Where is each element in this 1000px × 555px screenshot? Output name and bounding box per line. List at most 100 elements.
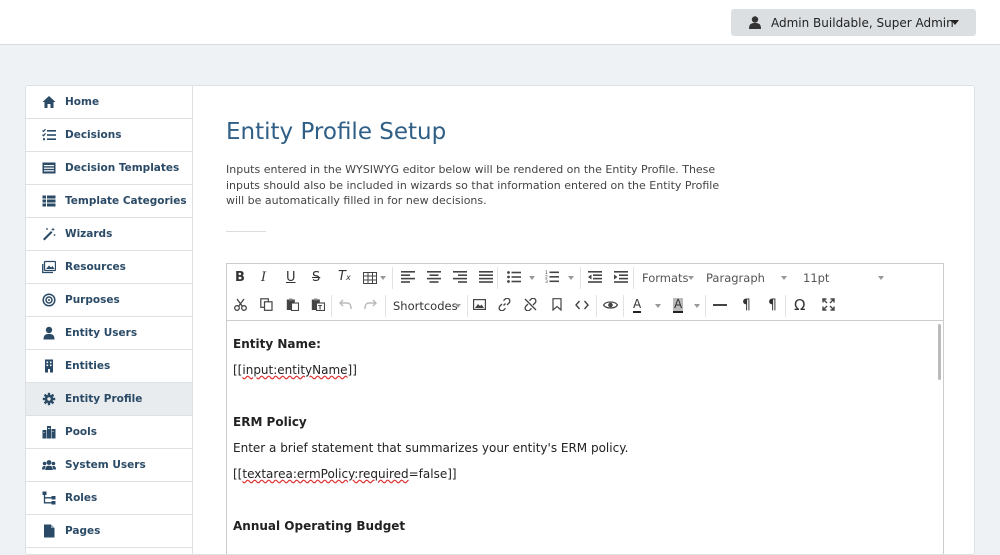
entity-name-heading: Entity Name: bbox=[233, 337, 321, 351]
chevron-down-icon bbox=[380, 276, 386, 280]
sidebar-item-pools[interactable]: Pools bbox=[26, 416, 192, 449]
align-left-icon[interactable] bbox=[401, 271, 415, 283]
paste-text-icon[interactable]: T bbox=[311, 298, 325, 311]
indent-icon[interactable] bbox=[614, 271, 628, 283]
clear-format-button[interactable]: Tx bbox=[338, 269, 351, 284]
chevron-down-icon bbox=[688, 276, 694, 280]
bookmark-icon[interactable] bbox=[552, 298, 562, 311]
align-center-icon[interactable] bbox=[427, 271, 441, 283]
cut-icon[interactable] bbox=[234, 298, 247, 311]
block-format-dropdown[interactable]: Paragraph bbox=[706, 271, 765, 285]
redo-icon[interactable] bbox=[364, 299, 377, 310]
fullscreen-icon[interactable] bbox=[822, 298, 835, 311]
underline-button[interactable]: U bbox=[286, 270, 296, 285]
page-title: Entity Profile Setup bbox=[226, 119, 447, 145]
sidebar-item-entity-users[interactable]: Entity Users bbox=[26, 317, 192, 350]
special-char-omega-icon[interactable]: Ω bbox=[794, 296, 805, 314]
page-icon bbox=[44, 524, 55, 538]
toolbar-separator bbox=[497, 267, 498, 289]
wysiwyg-editor: B I U S Tx 123 Formats Paragraph 11pt T … bbox=[226, 263, 944, 554]
user-name: Admin Buildable, Super Admin bbox=[771, 15, 954, 30]
align-right-icon[interactable] bbox=[453, 271, 467, 283]
numbered-list-icon[interactable]: 123 bbox=[545, 270, 559, 283]
magic-wand-icon bbox=[43, 227, 56, 241]
chevron-down-icon bbox=[878, 276, 884, 280]
outdent-icon[interactable] bbox=[588, 271, 602, 283]
sidebar-item-wizards[interactable]: Wizards bbox=[26, 218, 192, 251]
sidebar-item-system-users[interactable]: System Users bbox=[26, 449, 192, 482]
list-check-icon bbox=[42, 128, 56, 141]
toolbar-separator bbox=[705, 295, 706, 317]
chevron-down-icon bbox=[781, 276, 787, 280]
sidebar-item-entity-profile[interactable]: Entity Profile bbox=[26, 383, 192, 416]
content-card: Home Decisions Decision Templates Templa… bbox=[25, 85, 975, 555]
users-icon bbox=[42, 460, 56, 470]
sidebar-item-template-categories[interactable]: Template Categories bbox=[26, 185, 192, 218]
user-icon bbox=[43, 326, 55, 340]
sidebar-item-label: Purposes bbox=[65, 294, 120, 306]
ltr-paragraph-icon[interactable]: ¶ bbox=[742, 297, 751, 313]
undo-icon[interactable] bbox=[339, 299, 352, 310]
bold-button[interactable]: B bbox=[235, 270, 245, 285]
sidebar-item-roles[interactable]: Roles bbox=[26, 482, 192, 515]
chevron-down-icon bbox=[655, 304, 661, 308]
description-line: inputs should also be included in wizard… bbox=[226, 178, 720, 192]
toolbar-separator bbox=[467, 295, 468, 317]
sidebar-item-entities[interactable]: Entities bbox=[26, 350, 192, 383]
chevron-down-icon bbox=[568, 276, 574, 280]
sidebar-item-label: Decision Templates bbox=[65, 162, 180, 174]
chevron-down-icon bbox=[455, 304, 461, 308]
toolbar-separator bbox=[596, 295, 597, 317]
copy-icon[interactable] bbox=[260, 298, 273, 311]
building-icon bbox=[45, 359, 53, 373]
toolbar-separator bbox=[580, 267, 581, 289]
sidebar-item-label: Entities bbox=[65, 360, 111, 372]
sidebar-item-decision-templates[interactable]: Decision Templates bbox=[26, 152, 192, 185]
sidebar-item-purposes[interactable]: Purposes bbox=[26, 284, 192, 317]
user-icon bbox=[749, 16, 761, 29]
sidebar: Home Decisions Decision Templates Templa… bbox=[26, 86, 193, 554]
chevron-down-icon bbox=[529, 276, 535, 280]
code-icon[interactable] bbox=[575, 300, 589, 310]
chevron-down-icon bbox=[951, 20, 959, 25]
link-icon[interactable] bbox=[498, 298, 511, 311]
italic-button[interactable]: I bbox=[261, 270, 266, 285]
user-menu-button[interactable]: Admin Buildable, Super Admin bbox=[731, 9, 976, 36]
image-icon[interactable] bbox=[473, 299, 486, 310]
sidebar-item-label: System Users bbox=[65, 459, 146, 471]
target-icon bbox=[42, 293, 56, 307]
toolbar-separator bbox=[331, 295, 332, 317]
sidebar-item-home[interactable]: Home bbox=[26, 86, 192, 119]
bullet-list-icon[interactable] bbox=[507, 271, 521, 283]
unlink-icon[interactable] bbox=[524, 298, 537, 311]
erm-policy-text: Enter a brief statement that summarizes … bbox=[233, 441, 629, 455]
font-size-dropdown[interactable]: 11pt bbox=[803, 271, 829, 285]
toolbar-separator bbox=[623, 295, 624, 317]
home-icon bbox=[42, 96, 56, 108]
paste-icon[interactable] bbox=[286, 298, 299, 311]
formats-dropdown[interactable]: Formats bbox=[642, 271, 689, 285]
strikethrough-button[interactable]: S bbox=[312, 270, 320, 285]
shortcodes-dropdown[interactable]: Shortcodes bbox=[393, 299, 458, 313]
sidebar-item-label: Entity Users bbox=[65, 327, 138, 339]
sidebar-item-resources[interactable]: Resources bbox=[26, 251, 192, 284]
table-icon[interactable] bbox=[363, 272, 377, 284]
erm-policy-heading: ERM Policy bbox=[233, 415, 307, 429]
sidebar-item-label: Wizards bbox=[65, 228, 113, 240]
background-color-button[interactable]: A bbox=[673, 298, 684, 313]
sidebar-item-pages[interactable]: Pages bbox=[26, 515, 192, 548]
horizontal-rule-icon[interactable] bbox=[713, 304, 727, 306]
rtl-paragraph-icon[interactable]: ¶ bbox=[768, 297, 777, 313]
sidebar-item-label: Roles bbox=[65, 492, 98, 504]
text-color-button[interactable]: A bbox=[633, 298, 642, 313]
editor-scrollbar[interactable] bbox=[938, 324, 941, 380]
entity-name-shortcode: [[input:entityName]] bbox=[233, 363, 357, 377]
align-justify-icon[interactable] bbox=[479, 271, 493, 283]
sidebar-item-label: Home bbox=[65, 96, 100, 108]
sidebar-item-decisions[interactable]: Decisions bbox=[26, 119, 192, 152]
preview-eye-icon[interactable] bbox=[603, 300, 618, 310]
template-icon bbox=[42, 162, 56, 174]
erm-policy-shortcode: [[textarea:ermPolicy:required=false]] bbox=[233, 467, 457, 481]
toolbar-separator bbox=[633, 267, 634, 289]
page-description: Inputs entered in the WYSIWYG editor bel… bbox=[226, 162, 746, 209]
